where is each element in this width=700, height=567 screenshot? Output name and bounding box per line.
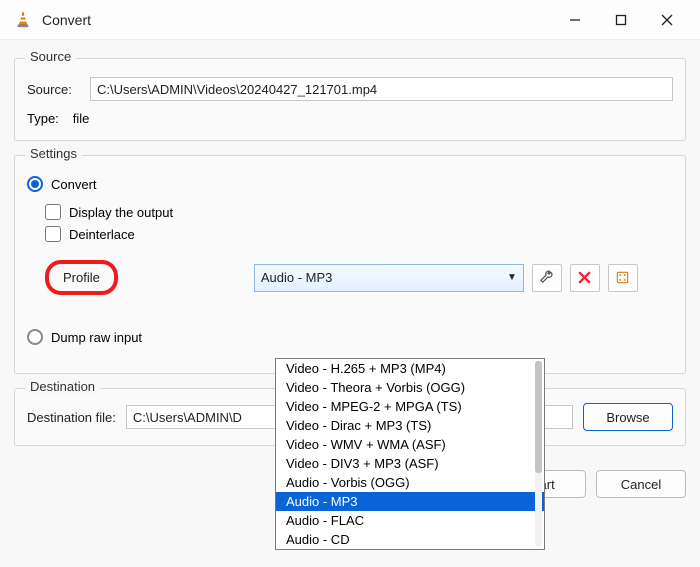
type-row: Type: file: [27, 111, 673, 126]
browse-button[interactable]: Browse: [583, 403, 673, 431]
profile-option[interactable]: Audio - FLAC: [276, 511, 544, 530]
wrench-icon: [539, 270, 554, 285]
radio-icon: [27, 329, 43, 345]
type-value: file: [73, 111, 90, 126]
deinterlace-checkbox[interactable]: Deinterlace: [45, 226, 673, 242]
settings-group: Settings Convert Display the output Dein…: [14, 155, 686, 374]
cancel-button[interactable]: Cancel: [596, 470, 686, 498]
x-icon: [577, 270, 592, 285]
profile-new-button[interactable]: [608, 264, 638, 292]
source-group: Source Source: Type: file: [14, 58, 686, 141]
checkbox-icon: [45, 204, 61, 220]
source-row: Source:: [27, 77, 673, 101]
scrollbar[interactable]: [535, 361, 542, 547]
radio-icon: [27, 176, 43, 192]
settings-group-label: Settings: [25, 146, 82, 161]
profile-option[interactable]: Video - DIV3 + MP3 (ASF): [276, 454, 544, 473]
profile-combo-value: Audio - MP3: [261, 270, 333, 285]
convert-radio-label: Convert: [51, 177, 97, 192]
checkbox-icon: [45, 226, 61, 242]
profile-option[interactable]: Video - MPEG-2 + MPGA (TS): [276, 397, 544, 416]
profile-option[interactable]: Audio - CD: [276, 530, 544, 549]
dump-raw-label: Dump raw input: [51, 330, 142, 345]
profile-option[interactable]: Video - H.265 + MP3 (MP4): [276, 359, 544, 378]
window-title: Convert: [42, 12, 91, 28]
profile-option[interactable]: Audio - MP3: [276, 492, 544, 511]
profile-option[interactable]: Audio - Vorbis (OGG): [276, 473, 544, 492]
profile-dropdown-list[interactable]: Video - H.265 + MP3 (MP4)Video - Theora …: [275, 358, 545, 550]
profile-edit-button[interactable]: [532, 264, 562, 292]
convert-options: Display the output Deinterlace Profile A…: [27, 204, 673, 295]
profile-option[interactable]: Video - Theora + Vorbis (OGG): [276, 378, 544, 397]
close-button[interactable]: [644, 4, 690, 36]
destination-label: Destination file:: [27, 410, 116, 425]
vlc-icon: [14, 11, 32, 29]
profile-option[interactable]: Video - WMV + WMA (ASF): [276, 435, 544, 454]
window-controls: [552, 4, 690, 36]
scrollbar-thumb[interactable]: [535, 361, 542, 473]
type-label: Type:: [27, 111, 59, 126]
source-label: Source:: [27, 82, 82, 97]
new-profile-icon: [615, 270, 630, 285]
profile-combo[interactable]: Audio - MP3 ▼: [254, 264, 524, 292]
display-output-checkbox[interactable]: Display the output: [45, 204, 673, 220]
chevron-down-icon: ▼: [507, 272, 517, 283]
destination-group-label: Destination: [25, 379, 100, 394]
deinterlace-label: Deinterlace: [69, 227, 135, 242]
source-path-input[interactable]: [90, 77, 673, 101]
minimize-button[interactable]: [552, 4, 598, 36]
maximize-button[interactable]: [598, 4, 644, 36]
source-group-label: Source: [25, 49, 76, 64]
profile-row: Profile Audio - MP3 ▼: [45, 260, 673, 295]
profile-delete-button[interactable]: [570, 264, 600, 292]
convert-radio[interactable]: Convert: [27, 176, 673, 192]
titlebar: Convert: [0, 0, 700, 40]
display-output-label: Display the output: [69, 205, 173, 220]
dump-raw-radio[interactable]: Dump raw input: [27, 329, 673, 345]
profile-option[interactable]: Video - Dirac + MP3 (TS): [276, 416, 544, 435]
profile-label: Profile: [45, 260, 118, 295]
